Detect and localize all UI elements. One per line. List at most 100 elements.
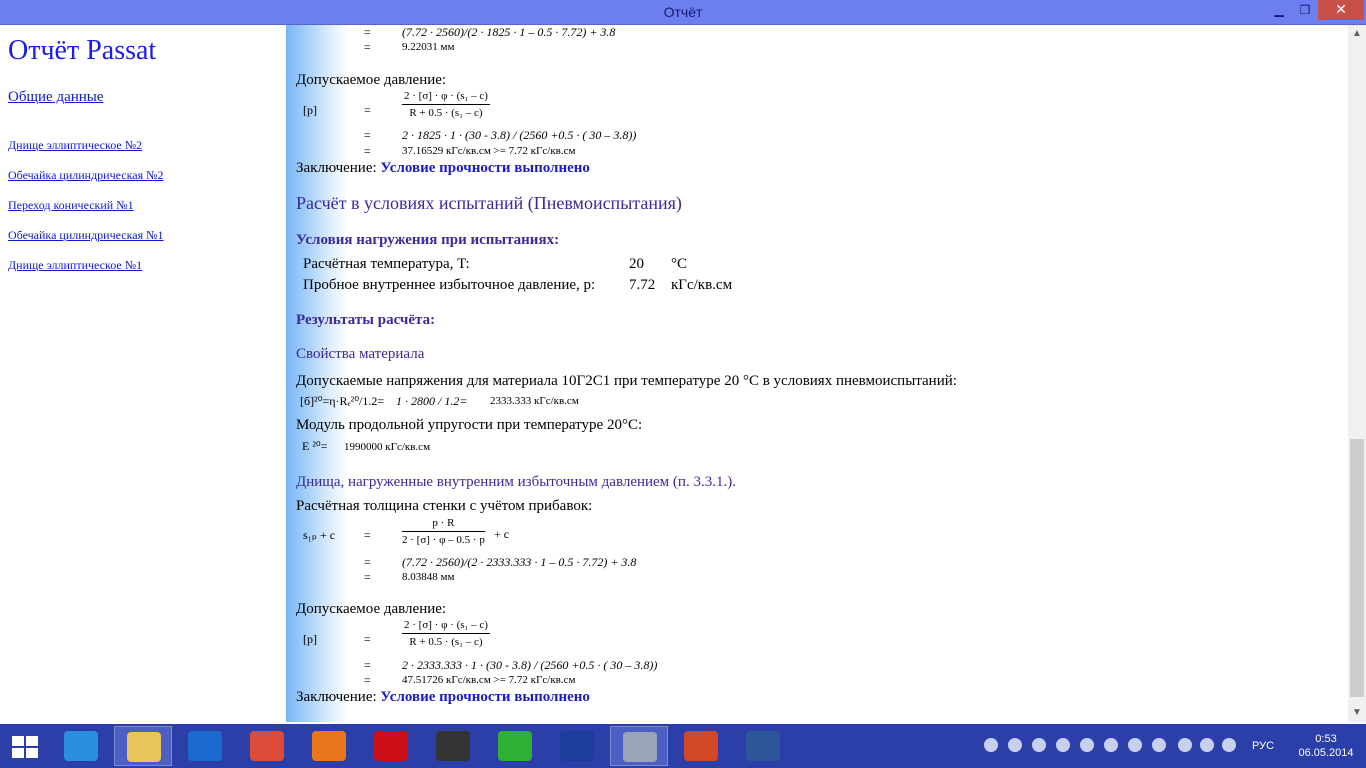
passat-icon — [560, 731, 594, 761]
start-button[interactable] — [12, 736, 38, 758]
nav-link-head-1[interactable]: Днище эллиптическое №1 — [8, 258, 142, 273]
nav-link-cone-1[interactable]: Переход конический №1 — [8, 198, 134, 213]
taskbar-app[interactable] — [734, 726, 792, 766]
maximize-button[interactable]: ❐ — [1292, 0, 1318, 20]
hp-icon — [188, 731, 222, 761]
vertical-scrollbar[interactable]: ▲ ▼ — [1348, 25, 1366, 722]
conclusion-label: Заключение: — [296, 689, 377, 705]
results-title: Результаты расчёта: — [296, 312, 436, 328]
fraction-denominator: R + 0.5 · (s₁ – c) — [409, 636, 483, 648]
eq-sign: = — [364, 40, 371, 54]
eq-sign: = — [364, 103, 371, 117]
firefox-icon — [312, 731, 346, 761]
snowflake-icon[interactable] — [1128, 738, 1142, 752]
result-value: 37.16529 кГс/кв.см >= 7.72 кГс/кв.см — [402, 145, 576, 157]
window-title: Отчёт — [663, 4, 703, 20]
file-explorer-icon — [127, 732, 161, 762]
nav-link-head-2[interactable]: Днище эллиптическое №2 — [8, 138, 142, 153]
material-title: Свойства материала — [296, 346, 425, 362]
battery-icon[interactable] — [1178, 738, 1192, 752]
window-titlebar: Отчёт ▁ ❐ ✕ — [0, 0, 1366, 25]
result-value: 1990000 кГс/кв.см — [344, 441, 431, 453]
eq-sign: = — [364, 528, 371, 542]
taskbar-app[interactable] — [424, 726, 482, 766]
section-title: Расчёт в условиях испытаний (Пневмоиспыт… — [296, 193, 682, 213]
scroll-thumb[interactable] — [1350, 439, 1364, 697]
eq-sign: = — [364, 570, 371, 584]
nav-link-shell-1[interactable]: Обечайка цилиндрическая №1 — [8, 228, 164, 243]
conclusion-value: Условие прочности выполнено — [380, 160, 590, 176]
tray-icon[interactable] — [1104, 738, 1118, 752]
taskbar: РУС 0:53 06.05.2014 — [0, 724, 1366, 768]
tray-icon[interactable] — [1056, 738, 1070, 752]
load-value: 7.72 — [629, 277, 656, 293]
conclusion: Заключение: Условие прочности выполнено — [296, 160, 590, 177]
formula-lhs: [б]²⁰=η·Rₑ²⁰/1.2= — [300, 394, 385, 408]
ie-icon — [64, 731, 98, 761]
load-unit: °C — [671, 256, 688, 272]
material-text: Допускаемые напряжения для материала 10Г… — [296, 373, 957, 389]
scroll-down-icon[interactable]: ▼ — [1348, 704, 1366, 722]
formula-line: 2 · 1825 · 1 · (30 - 3.8) / (2560 +0.5 ·… — [402, 128, 637, 142]
clock[interactable]: 0:53 06.05.2014 — [1290, 732, 1362, 760]
bluetooth-icon[interactable] — [1080, 738, 1094, 752]
taskbar-app[interactable] — [362, 726, 420, 766]
sidebar: Отчёт Passat Общие данные Днище эллиптич… — [0, 25, 286, 722]
report-viewport: Отчёт Passat Общие данные Днище эллиптич… — [0, 25, 1366, 722]
taskbar-app[interactable] — [52, 726, 110, 766]
close-button[interactable]: ✕ — [1318, 0, 1364, 20]
formula-plus: + c — [494, 527, 510, 541]
formula-lhs: E ²⁰= — [302, 439, 328, 453]
fraction-denominator: 2 · [σ] · φ – 0.5 · p — [402, 534, 485, 546]
clock-time: 0:53 — [1315, 733, 1337, 745]
scroll-up-icon[interactable]: ▲ — [1348, 25, 1366, 43]
formula-lhs: [p] — [303, 632, 317, 646]
load-label: Расчётная температура, T: — [303, 256, 470, 272]
store-icon — [498, 731, 532, 761]
taskbar-app[interactable] — [610, 726, 668, 766]
result-value: 9.22031 мм — [402, 41, 455, 53]
formula-line: 1 · 2800 / 1.2= — [396, 394, 468, 408]
minimize-button[interactable]: ▁ — [1266, 0, 1292, 20]
taskbar-app[interactable] — [114, 726, 172, 766]
taskbar-app[interactable] — [238, 726, 296, 766]
nav-link-shell-2[interactable]: Обечайка цилиндрическая №2 — [8, 168, 164, 183]
input-language[interactable]: РУС — [1252, 740, 1274, 752]
remote-app-icon — [436, 731, 470, 761]
report-title: Отчёт Passat — [8, 35, 157, 66]
fraction-numerator: 2 · [σ] · φ · (s₁ – c) — [402, 90, 490, 105]
conclusion: Заключение: Условие прочности выполнено — [296, 689, 590, 706]
tray-icon[interactable] — [1032, 738, 1046, 752]
pressure-fraction: 2 · [σ] · φ · (s₁ – c) R + 0.5 · (s₁ – c… — [402, 619, 490, 648]
thickness-fraction: p · R 2 · [σ] · φ – 0.5 · p — [402, 517, 485, 546]
formula-lhs: s₁ₚ + c — [303, 528, 336, 542]
material-text: Модуль продольной упругости при температ… — [296, 417, 643, 433]
word-icon — [746, 731, 780, 761]
taskbar-app[interactable] — [672, 726, 730, 766]
allowed-pressure-heading: Допускаемое давление: — [296, 601, 447, 617]
tray-icon[interactable] — [1152, 738, 1166, 752]
nav-link-general[interactable]: Общие данные — [8, 89, 104, 106]
cloud-icon[interactable] — [1008, 738, 1022, 752]
heads-text: Расчётная толщина стенки с учётом прибав… — [296, 498, 593, 514]
tray-icon[interactable] — [984, 738, 998, 752]
taskbar-app[interactable] — [300, 726, 358, 766]
chrome-icon — [250, 731, 284, 761]
result-value: 8.03848 мм — [402, 571, 455, 583]
taskbar-app[interactable] — [548, 726, 606, 766]
result-value: 2333.333 кГс/кв.см — [490, 395, 579, 407]
eq-sign: = — [364, 555, 371, 569]
signal-icon[interactable] — [1200, 738, 1214, 752]
eq-sign: = — [364, 632, 371, 646]
formula-line: (7.72 · 2560)/(2 · 2333.333 · 1 – 0.5 · … — [402, 555, 637, 569]
allowed-pressure-heading: Допускаемое давление: — [296, 72, 447, 88]
fraction-numerator: p · R — [402, 517, 485, 532]
formula-line: (7.72 · 2560)/(2 · 1825 · 1 – 0.5 · 7.72… — [402, 25, 616, 39]
eq-sign: = — [364, 25, 371, 39]
conclusion-label: Заключение: — [296, 160, 377, 176]
taskbar-app[interactable] — [486, 726, 544, 766]
volume-icon[interactable] — [1222, 738, 1236, 752]
taskbar-app[interactable] — [176, 726, 234, 766]
result-value: 47.51726 кГс/кв.см >= 7.72 кГс/кв.см — [402, 674, 576, 686]
powerpoint-icon — [684, 731, 718, 761]
